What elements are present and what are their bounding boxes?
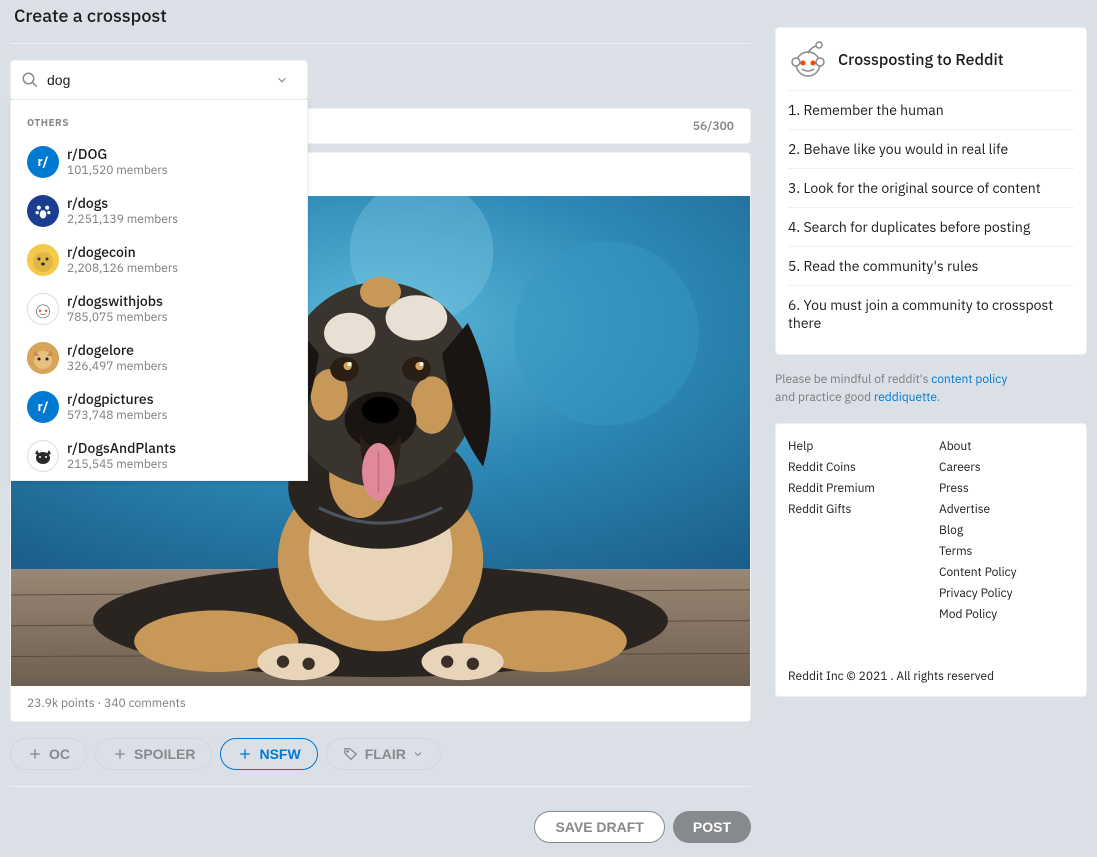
plus-icon bbox=[112, 746, 128, 762]
title-char-count: 56/300 bbox=[693, 119, 734, 134]
footer-link[interactable]: Terms bbox=[939, 541, 1074, 562]
actions-row: SAVE DRAFT POST bbox=[10, 803, 751, 843]
policy-note: Please be mindful of reddit's content po… bbox=[775, 371, 1087, 407]
footer-link[interactable]: Blog bbox=[939, 520, 1074, 541]
rule-item: You must join a community to crosspost t… bbox=[788, 285, 1074, 342]
community-members: 326,497 members bbox=[67, 359, 168, 374]
footer-col-1: HelpReddit CoinsReddit PremiumReddit Gif… bbox=[788, 436, 923, 625]
rule-item: Read the community's rules bbox=[788, 246, 1074, 285]
community-search-input[interactable] bbox=[47, 72, 275, 88]
tag-label: FLAIR bbox=[365, 746, 406, 762]
community-name: r/dogelore bbox=[67, 341, 168, 359]
rule-item: Behave like you would in real life bbox=[788, 129, 1074, 168]
footer-link[interactable]: Press bbox=[939, 478, 1074, 499]
community-option[interactable]: r/dogs2,251,139 members bbox=[11, 186, 307, 235]
footer-link[interactable]: Careers bbox=[939, 457, 1074, 478]
community-avatar bbox=[27, 195, 59, 227]
spoiler-tag-button[interactable]: SPOILER bbox=[95, 738, 212, 770]
community-option[interactable]: r/dogelore326,497 members bbox=[11, 333, 307, 382]
tag-icon bbox=[343, 746, 359, 762]
sidebar-title: Crossposting to Reddit bbox=[838, 50, 1004, 70]
tag-label: OC bbox=[49, 746, 70, 762]
community-avatar bbox=[27, 293, 59, 325]
tag-label: SPOILER bbox=[134, 746, 195, 762]
community-members: 2,251,139 members bbox=[67, 212, 178, 227]
community-avatar: r/ bbox=[27, 391, 59, 423]
community-members: 2,208,126 members bbox=[67, 261, 178, 276]
rule-item: Look for the original source of content bbox=[788, 168, 1074, 207]
footer-link[interactable]: Content Policy bbox=[939, 562, 1074, 583]
footer-link[interactable]: Privacy Policy bbox=[939, 583, 1074, 604]
nsfw-tag-button[interactable]: NSFW bbox=[220, 738, 317, 770]
community-name: r/dogpictures bbox=[67, 390, 168, 408]
post-tags-row: OC SPOILER NSFW FLAIR bbox=[10, 738, 751, 787]
community-name: r/DogsAndPlants bbox=[67, 439, 176, 457]
community-name: r/dogecoin bbox=[67, 243, 178, 261]
footer-link[interactable]: Reddit Gifts bbox=[788, 499, 923, 520]
plus-icon bbox=[27, 746, 43, 762]
community-name: r/dogs bbox=[67, 194, 178, 212]
snoo-icon bbox=[788, 40, 828, 80]
community-name: r/dogswithjobs bbox=[67, 292, 168, 310]
search-icon bbox=[21, 71, 39, 89]
community-option[interactable]: r/DogsAndPlants215,545 members bbox=[11, 431, 307, 480]
oc-tag-button[interactable]: OC bbox=[10, 738, 87, 770]
copyright: Reddit Inc © 2021 . All rights reserved bbox=[788, 657, 1074, 684]
chevron-down-icon[interactable] bbox=[275, 73, 289, 87]
flair-tag-button[interactable]: FLAIR bbox=[326, 738, 441, 770]
tag-label: NSFW bbox=[259, 746, 300, 762]
plus-icon bbox=[237, 746, 253, 762]
community-members: 573,748 members bbox=[67, 408, 168, 423]
footer-card: HelpReddit CoinsReddit PremiumReddit Gif… bbox=[775, 423, 1087, 697]
save-draft-button[interactable]: SAVE DRAFT bbox=[534, 811, 664, 843]
community-avatar bbox=[27, 342, 59, 374]
community-option[interactable]: r/r/dogpictures573,748 members bbox=[11, 382, 307, 431]
footer-link[interactable]: Advertise bbox=[939, 499, 1074, 520]
community-members: 215,545 members bbox=[67, 457, 176, 472]
post-button[interactable]: POST bbox=[673, 811, 751, 843]
community-option[interactable]: r/r/DOG101,520 members bbox=[11, 137, 307, 186]
rules-card: Crossposting to Reddit Remember the huma… bbox=[775, 27, 1087, 355]
community-option[interactable]: r/dogecoin2,208,126 members bbox=[11, 235, 307, 284]
footer-col-2: AboutCareersPressAdvertiseBlogTermsConte… bbox=[939, 436, 1074, 625]
rule-item: Remember the human bbox=[788, 90, 1074, 129]
community-avatar bbox=[27, 244, 59, 276]
footer-link[interactable]: Help bbox=[788, 436, 923, 457]
community-avatar: r/ bbox=[27, 146, 59, 178]
preview-meta: 23.9k points · 340 comments bbox=[11, 686, 750, 721]
community-avatar bbox=[27, 440, 59, 472]
community-dropdown: OTHERS r/r/DOG101,520 membersr/dogs2,251… bbox=[10, 100, 308, 481]
content-policy-link[interactable]: content policy bbox=[931, 372, 1007, 387]
footer-link[interactable]: Reddit Coins bbox=[788, 457, 923, 478]
page-title: Create a crosspost bbox=[10, 0, 751, 44]
community-members: 785,075 members bbox=[67, 310, 168, 325]
chevron-down-icon bbox=[412, 748, 424, 760]
footer-link[interactable]: About bbox=[939, 436, 1074, 457]
footer-link[interactable]: Reddit Premium bbox=[788, 478, 923, 499]
footer-link[interactable]: Mod Policy bbox=[939, 604, 1074, 625]
community-option[interactable]: r/dogswithjobs785,075 members bbox=[11, 284, 307, 333]
community-selector[interactable]: OTHERS r/r/DOG101,520 membersr/dogs2,251… bbox=[10, 60, 308, 100]
reddiquette-link[interactable]: reddiquette bbox=[874, 390, 937, 405]
community-members: 101,520 members bbox=[67, 163, 168, 178]
dropdown-section-label: OTHERS bbox=[11, 100, 307, 137]
rule-item: Search for duplicates before posting bbox=[788, 207, 1074, 246]
community-name: r/DOG bbox=[67, 145, 168, 163]
rules-list: Remember the humanBehave like you would … bbox=[788, 90, 1074, 342]
